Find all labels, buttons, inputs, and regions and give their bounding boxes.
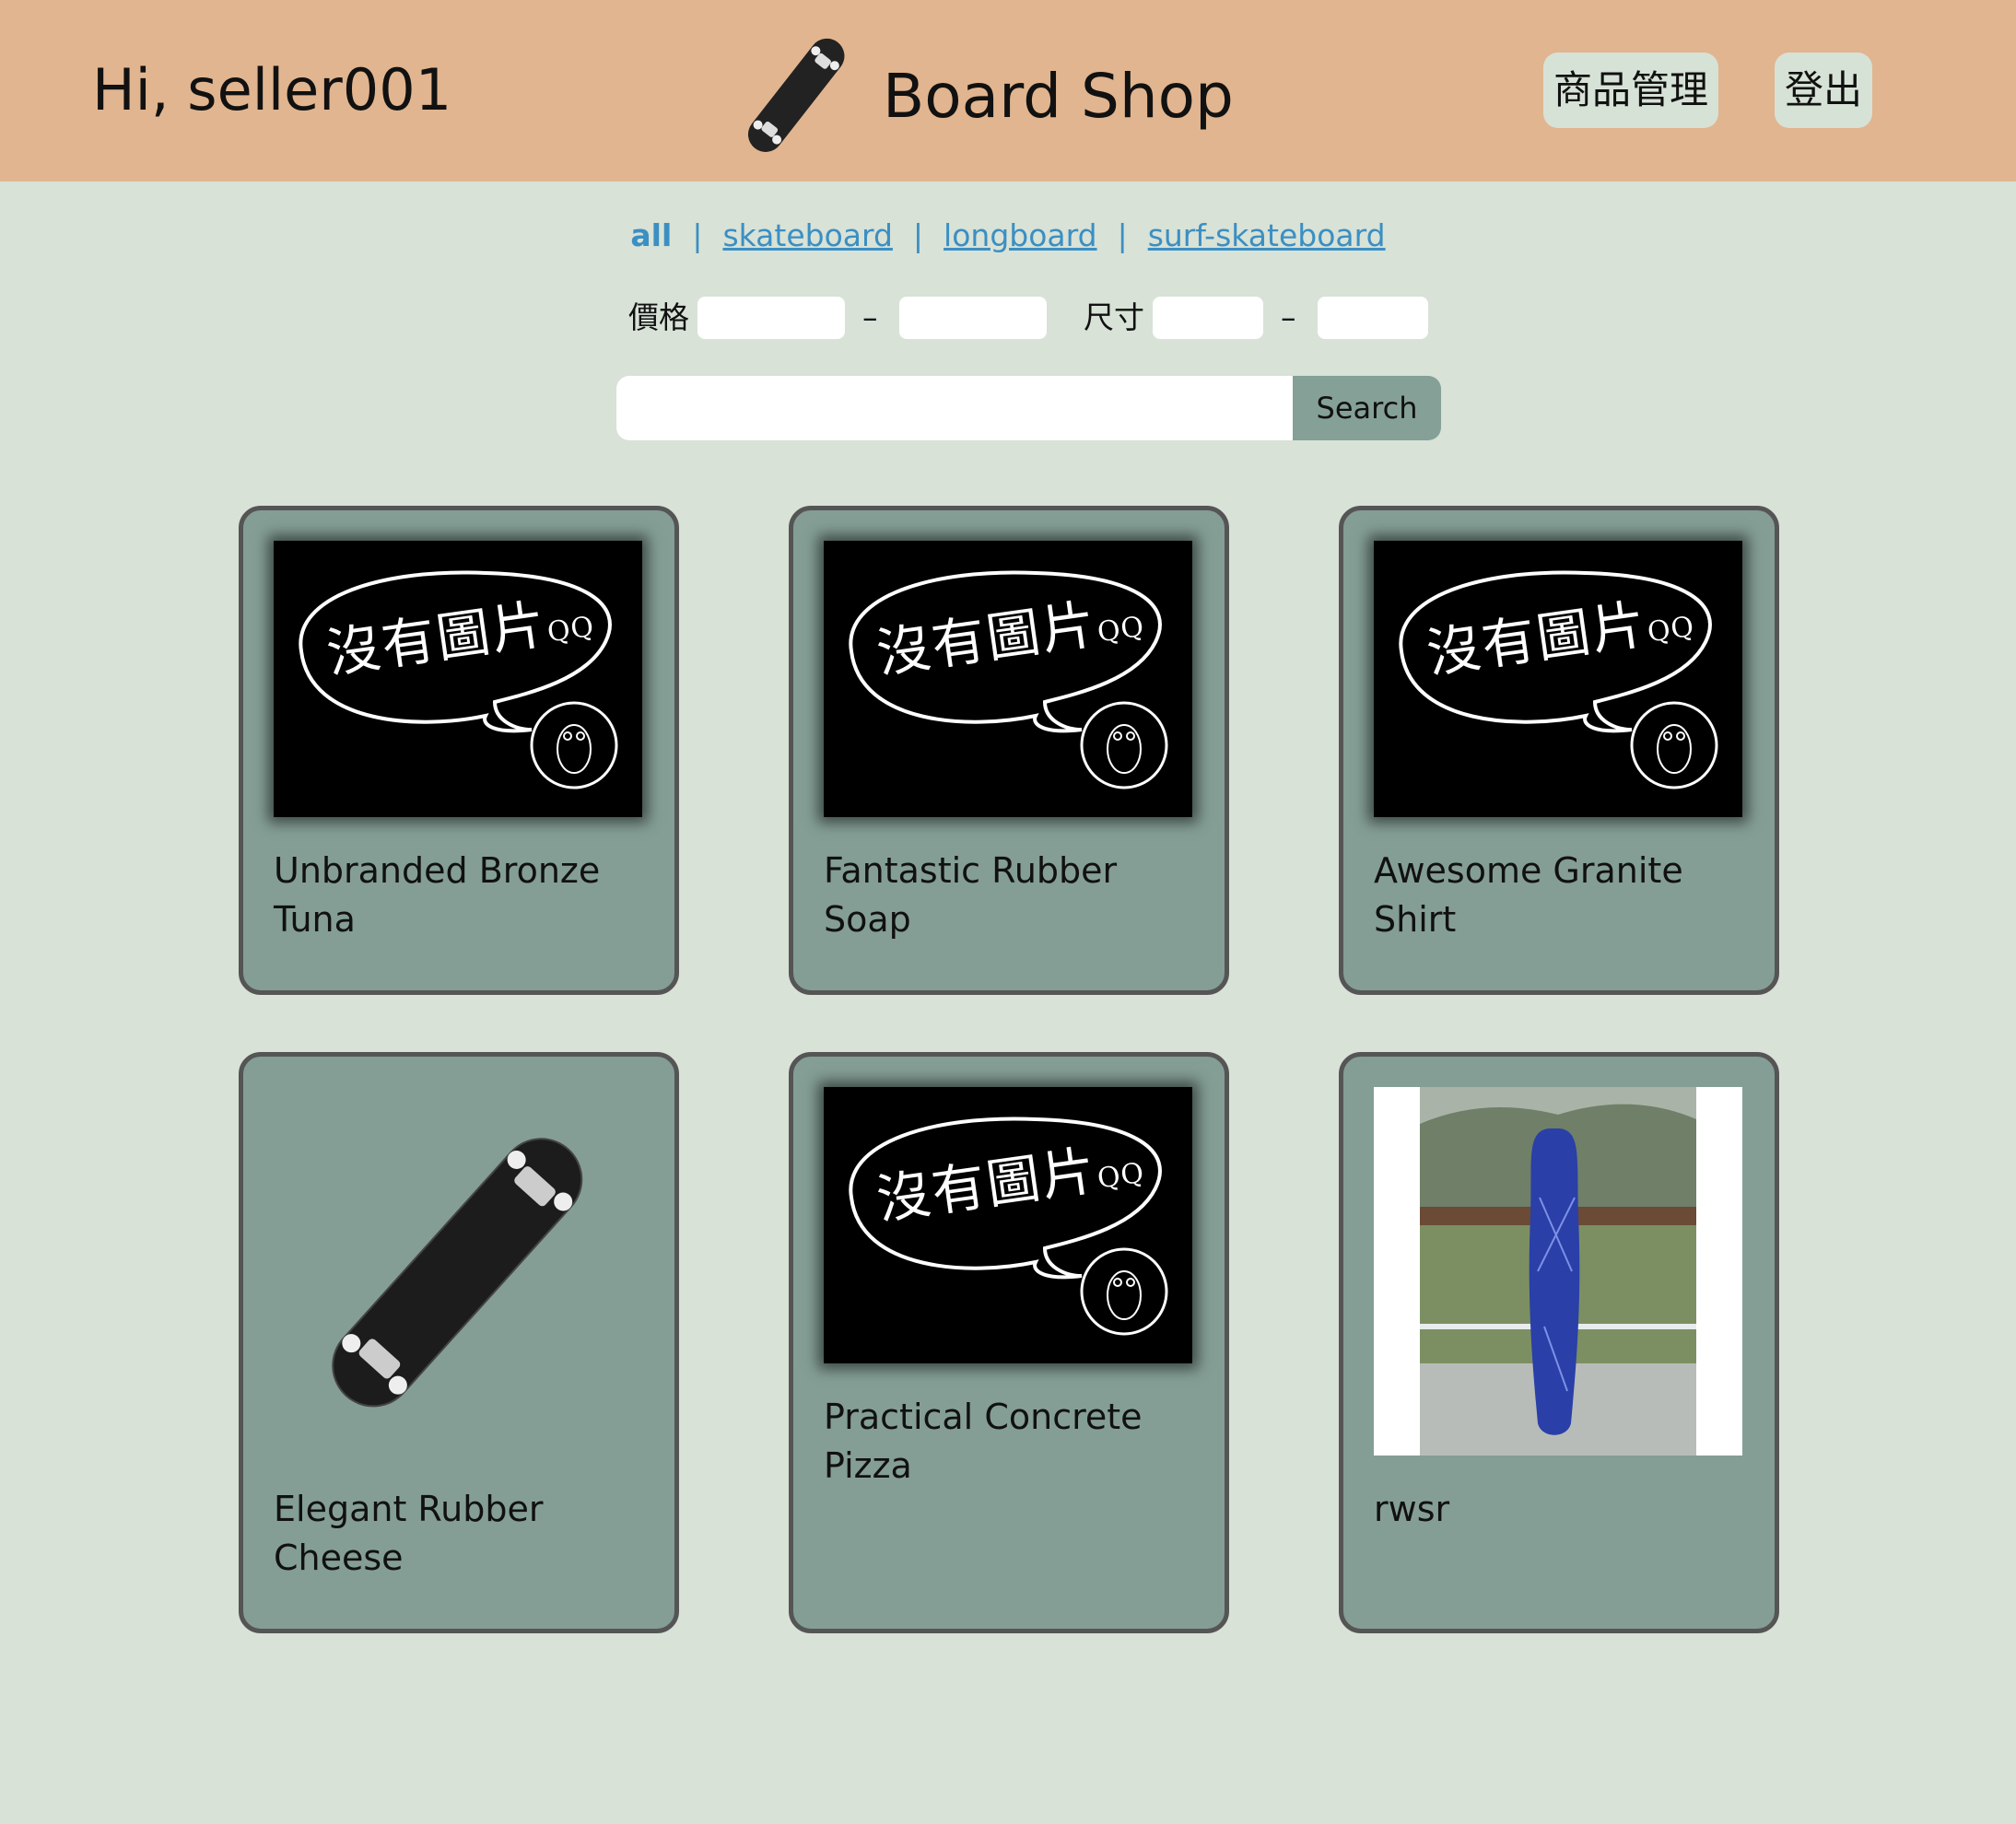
skateboard-photo (274, 1112, 642, 1434)
product-card[interactable]: rwsr (1339, 1052, 1779, 1633)
category-separator: | (912, 217, 924, 253)
placeholder-suffix: QQ (1645, 610, 1697, 649)
logout-button[interactable]: 登出 (1775, 53, 1872, 128)
no-image-placeholder: 沒有圖片QQ (824, 541, 1192, 817)
category-link-skateboard[interactable]: skateboard (722, 217, 892, 253)
placeholder-suffix: QQ (545, 610, 597, 649)
longboard-photo (1374, 1087, 1742, 1456)
no-image-placeholder: 沒有圖片QQ (274, 541, 642, 817)
product-name[interactable]: Practical Concrete Pizza (824, 1393, 1201, 1491)
price-range-dash: – (862, 299, 878, 335)
product-name[interactable]: Awesome Granite Shirt (1374, 847, 1752, 944)
product-card[interactable]: 沒有圖片QQ Awesome Granite Shirt (1339, 506, 1779, 995)
no-image-placeholder: 沒有圖片QQ (1374, 541, 1742, 817)
search-button[interactable]: Search (1293, 376, 1441, 440)
skateboard-image (332, 1138, 583, 1408)
product-name[interactable]: Fantastic Rubber Soap (824, 847, 1201, 944)
size-max-input[interactable] (1318, 297, 1428, 339)
price-min-input[interactable] (697, 297, 845, 339)
product-card[interactable]: Elegant Rubber Cheese (239, 1052, 679, 1633)
product-management-button[interactable]: 商品管理 (1543, 53, 1718, 128)
size-label: 尺寸 (1084, 299, 1144, 335)
shop-brand[interactable]: Board Shop (728, 29, 1234, 163)
category-separator: | (1117, 217, 1128, 253)
category-nav: all | skateboard | longboard | surf-skateboard (0, 217, 2016, 253)
shop-title: Board Shop (883, 61, 1234, 132)
size-range-dash: – (1281, 299, 1296, 335)
size-min-input[interactable] (1153, 297, 1263, 339)
price-max-input[interactable] (899, 297, 1047, 339)
category-link-surf-skateboard[interactable]: surf-skateboard (1148, 217, 1386, 253)
no-image-placeholder: 沒有圖片QQ (824, 1087, 1192, 1363)
product-card[interactable]: 沒有圖片QQ Practical Concrete Pizza (789, 1052, 1229, 1633)
skateboard-icon (747, 38, 845, 152)
user-greeting: Hi, seller001 (92, 56, 452, 123)
product-card[interactable]: 沒有圖片QQ Fantastic Rubber Soap (789, 506, 1229, 995)
price-label: 價格 (628, 299, 689, 335)
search-input[interactable] (616, 376, 1293, 440)
placeholder-suffix: QQ (1095, 610, 1147, 649)
product-name[interactable]: rwsr (1374, 1485, 1752, 1534)
category-separator: | (692, 217, 703, 253)
top-bar: Hi, seller001 Board Shop 商品管理 登出 (0, 0, 2016, 181)
product-name[interactable]: Elegant Rubber Cheese (274, 1485, 651, 1583)
placeholder-suffix: QQ (1095, 1156, 1147, 1196)
longboard-image (1420, 1087, 1696, 1456)
product-name[interactable]: Unbranded Bronze Tuna (274, 847, 651, 944)
product-card[interactable]: 沒有圖片QQ Unbranded Bronze Tuna (239, 506, 679, 995)
category-link-longboard[interactable]: longboard (944, 217, 1097, 253)
category-link-all[interactable]: all (630, 217, 672, 253)
